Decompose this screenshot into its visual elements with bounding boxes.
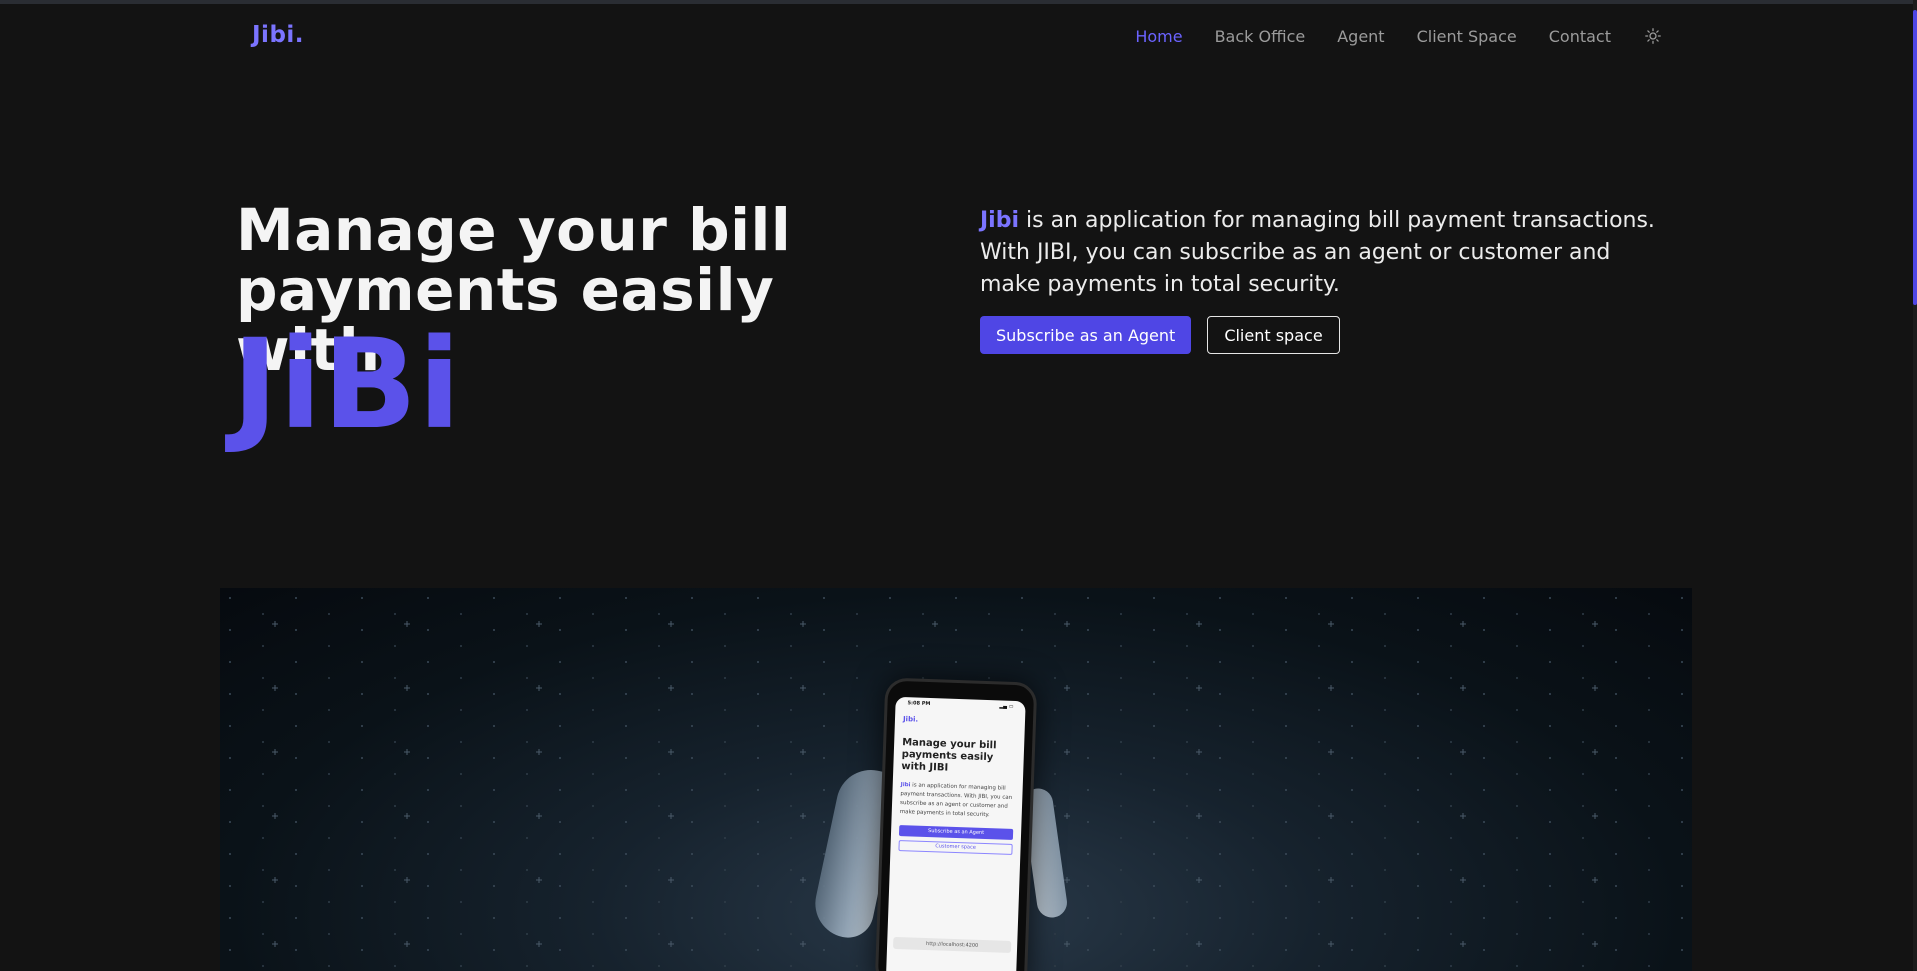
phone-url-bar: http://localhost:4200: [892, 936, 1012, 953]
phone-status-time: 5:08 PM: [907, 700, 931, 708]
nav-agent[interactable]: Agent: [1337, 27, 1384, 46]
phone-description-brand: Jibi: [900, 782, 911, 789]
phone-subscribe-button: Subscribe as an Agent: [898, 825, 1014, 840]
phone-customer-space-button: Customer space: [898, 840, 1013, 855]
phone-description: Jibi is an application for managing bill…: [892, 773, 1023, 822]
phone-screen: 5:08 PM ▂▄ ▭ Jibi. Manage your bill paym…: [885, 696, 1026, 971]
site-header: Jibi. Home Back Office Agent Client Spac…: [0, 4, 1913, 68]
subscribe-agent-button[interactable]: Subscribe as an Agent: [980, 316, 1192, 354]
phone-mockup: 5:08 PM ▂▄ ▭ Jibi. Manage your bill paym…: [874, 677, 1038, 971]
hero-description-brand: Jibi: [980, 208, 1020, 233]
phone-description-text: is an application for managing bill paym…: [899, 782, 1013, 819]
hero-actions: Subscribe as an Agent Client space: [980, 316, 1340, 354]
signal-battery-icon: ▂▄ ▭: [999, 703, 1014, 710]
nav-client-space[interactable]: Client Space: [1417, 27, 1517, 46]
nav-contact[interactable]: Contact: [1549, 27, 1611, 46]
client-space-button[interactable]: Client space: [1207, 316, 1340, 354]
hero-description-text: is an application for managing bill paym…: [980, 208, 1655, 297]
app-showcase: 5:08 PM ▂▄ ▭ Jibi. Manage your bill paym…: [220, 588, 1692, 971]
hero-description: Jibi is an application for managing bill…: [980, 205, 1660, 301]
nav-back-office[interactable]: Back Office: [1215, 27, 1306, 46]
sun-icon[interactable]: [1643, 26, 1663, 46]
phone-title: Manage your bill payments easily with JI…: [901, 737, 997, 774]
main-nav: Home Back Office Agent Client Space Cont…: [1103, 26, 1663, 46]
site-logo[interactable]: Jibi.: [252, 22, 304, 48]
page-scrollbar[interactable]: [1913, 0, 1917, 971]
hero-brand-name: JiBi: [232, 313, 462, 457]
scrollbar-thumb[interactable]: [1913, 10, 1917, 305]
nav-home[interactable]: Home: [1135, 27, 1182, 46]
